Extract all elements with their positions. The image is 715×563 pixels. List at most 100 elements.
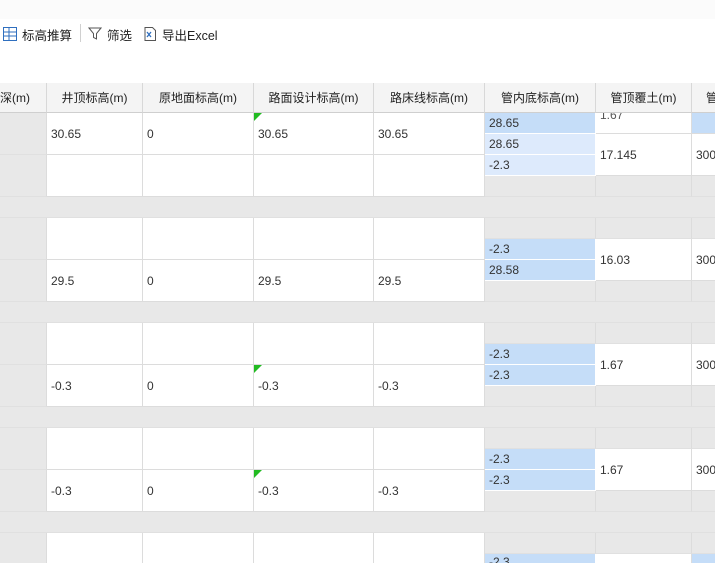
pipe-invert-cell[interactable]: -2.3 xyxy=(485,554,596,563)
next-col-cell[interactable]: 300 xyxy=(692,134,715,176)
col-header-subgrade[interactable]: 路床线标高(m) xyxy=(374,83,485,113)
empty-cell[interactable] xyxy=(485,386,596,407)
col-header-depth[interactable]: 深(m) xyxy=(0,83,47,113)
next-col-cell[interactable] xyxy=(692,113,715,134)
pipe-invert-cell[interactable]: 28.65 xyxy=(485,113,596,134)
col-header-next-partial[interactable]: 管 xyxy=(692,83,715,113)
next-col-cell[interactable]: 300 xyxy=(692,449,715,491)
depth-cell xyxy=(0,155,47,197)
pipe-invert-cell[interactable]: -2.3 xyxy=(485,239,596,260)
pipe-cover-cell[interactable]: 1.67 xyxy=(596,449,692,491)
col-header-pipe-cover[interactable]: 管顶覆土(m) xyxy=(596,83,692,113)
next-col-cell[interactable]: 300 xyxy=(692,344,715,386)
empty-cell[interactable] xyxy=(143,323,254,365)
empty-cell[interactable] xyxy=(254,533,374,563)
empty-cell[interactable] xyxy=(47,323,143,365)
empty-cell[interactable] xyxy=(47,218,143,260)
well-top-cell[interactable]: 30.65 xyxy=(47,113,143,155)
empty-cell[interactable] xyxy=(254,218,374,260)
next-col-cell[interactable]: 300 xyxy=(692,239,715,281)
col-header-well-top[interactable]: 井顶标高(m) xyxy=(47,83,143,113)
filter-funnel-icon xyxy=(88,27,102,40)
empty-cell[interactable] xyxy=(374,218,485,260)
empty-cell[interactable] xyxy=(596,386,692,407)
export-excel-label: 导出Excel xyxy=(162,28,218,43)
empty-cell[interactable] xyxy=(692,428,715,449)
ground-cell[interactable]: 0 xyxy=(143,113,254,155)
empty-cell[interactable] xyxy=(692,323,715,344)
road-design-cell[interactable]: -0.3 xyxy=(254,470,374,512)
elevation-calc-button[interactable]: 标高推算 xyxy=(3,23,72,45)
subgrade-cell[interactable]: 29.5 xyxy=(374,260,485,302)
empty-cell[interactable] xyxy=(485,176,596,197)
pipe-cover-cell[interactable]: 16.03 xyxy=(596,239,692,281)
col-header-ground[interactable]: 原地面标高(m) xyxy=(143,83,254,113)
ground-cell[interactable]: 0 xyxy=(143,260,254,302)
empty-cell[interactable] xyxy=(47,533,143,563)
empty-cell[interactable] xyxy=(596,218,692,239)
pipe-invert-cell[interactable]: 28.65 xyxy=(485,134,596,155)
well-top-cell[interactable]: 29.5 xyxy=(47,260,143,302)
empty-cell[interactable] xyxy=(596,491,692,512)
road-design-cell[interactable]: -0.3 xyxy=(254,365,374,407)
ground-cell[interactable]: 0 xyxy=(143,470,254,512)
next-col-cell[interactable] xyxy=(692,554,715,563)
pipe-invert-cell[interactable]: 28.58 xyxy=(485,260,596,281)
blank-band xyxy=(0,47,715,83)
empty-cell[interactable] xyxy=(596,281,692,302)
well-top-cell[interactable]: -0.3 xyxy=(47,470,143,512)
pipe-invert-cell[interactable]: -2.3 xyxy=(485,155,596,176)
empty-cell[interactable] xyxy=(692,386,715,407)
filter-button[interactable]: 筛选 xyxy=(88,23,132,45)
empty-cell[interactable] xyxy=(254,428,374,470)
empty-cell[interactable] xyxy=(485,491,596,512)
pipe-invert-cell[interactable]: -2.3 xyxy=(485,344,596,365)
empty-cell[interactable] xyxy=(374,533,485,563)
empty-cell[interactable] xyxy=(596,428,692,449)
empty-cell[interactable] xyxy=(143,428,254,470)
empty-cell[interactable] xyxy=(47,428,143,470)
pipe-cover-cell[interactable]: 1.67 xyxy=(596,344,692,386)
empty-cell[interactable] xyxy=(254,323,374,365)
pipe-invert-cell[interactable]: -2.3 xyxy=(485,449,596,470)
empty-cell[interactable] xyxy=(143,155,254,197)
empty-cell[interactable] xyxy=(596,176,692,197)
pipe-cover-cell[interactable]: 17.145 xyxy=(596,134,692,176)
subgrade-cell[interactable]: -0.3 xyxy=(374,365,485,407)
col-header-pipe-invert[interactable]: 管内底标高(m) xyxy=(485,83,596,113)
col-header-road-design[interactable]: 路面设计标高(m) xyxy=(254,83,374,113)
grid-table-icon xyxy=(3,27,17,41)
empty-cell[interactable] xyxy=(374,155,485,197)
export-excel-button[interactable]: 导出Excel xyxy=(143,23,218,45)
separator-row xyxy=(0,302,715,323)
empty-cell[interactable] xyxy=(596,533,692,554)
pipe-invert-cell[interactable]: -2.3 xyxy=(485,365,596,386)
road-design-cell[interactable]: 30.65 xyxy=(254,113,374,155)
empty-cell[interactable] xyxy=(485,323,596,344)
empty-cell[interactable] xyxy=(692,281,715,302)
well-top-cell[interactable]: -0.3 xyxy=(47,365,143,407)
empty-cell[interactable] xyxy=(143,218,254,260)
empty-cell[interactable] xyxy=(692,218,715,239)
empty-cell[interactable] xyxy=(254,155,374,197)
empty-cell[interactable] xyxy=(692,533,715,554)
ground-cell[interactable]: 0 xyxy=(143,365,254,407)
subgrade-cell[interactable]: 30.65 xyxy=(374,113,485,155)
empty-cell[interactable] xyxy=(143,533,254,563)
road-design-cell[interactable]: 29.5 xyxy=(254,260,374,302)
empty-cell[interactable] xyxy=(596,554,692,563)
empty-cell[interactable] xyxy=(485,428,596,449)
empty-cell[interactable] xyxy=(692,176,715,197)
empty-cell[interactable] xyxy=(374,323,485,365)
pipe-cover-cell-cut[interactable]: 1.67 xyxy=(596,113,692,134)
pipe-invert-cell[interactable]: -2.3 xyxy=(485,470,596,491)
empty-cell[interactable] xyxy=(596,323,692,344)
subgrade-cell[interactable]: -0.3 xyxy=(374,470,485,512)
empty-cell[interactable] xyxy=(47,155,143,197)
depth-cell xyxy=(0,218,47,260)
empty-cell[interactable] xyxy=(485,533,596,554)
empty-cell[interactable] xyxy=(485,218,596,239)
empty-cell[interactable] xyxy=(374,428,485,470)
empty-cell[interactable] xyxy=(485,281,596,302)
empty-cell[interactable] xyxy=(692,491,715,512)
